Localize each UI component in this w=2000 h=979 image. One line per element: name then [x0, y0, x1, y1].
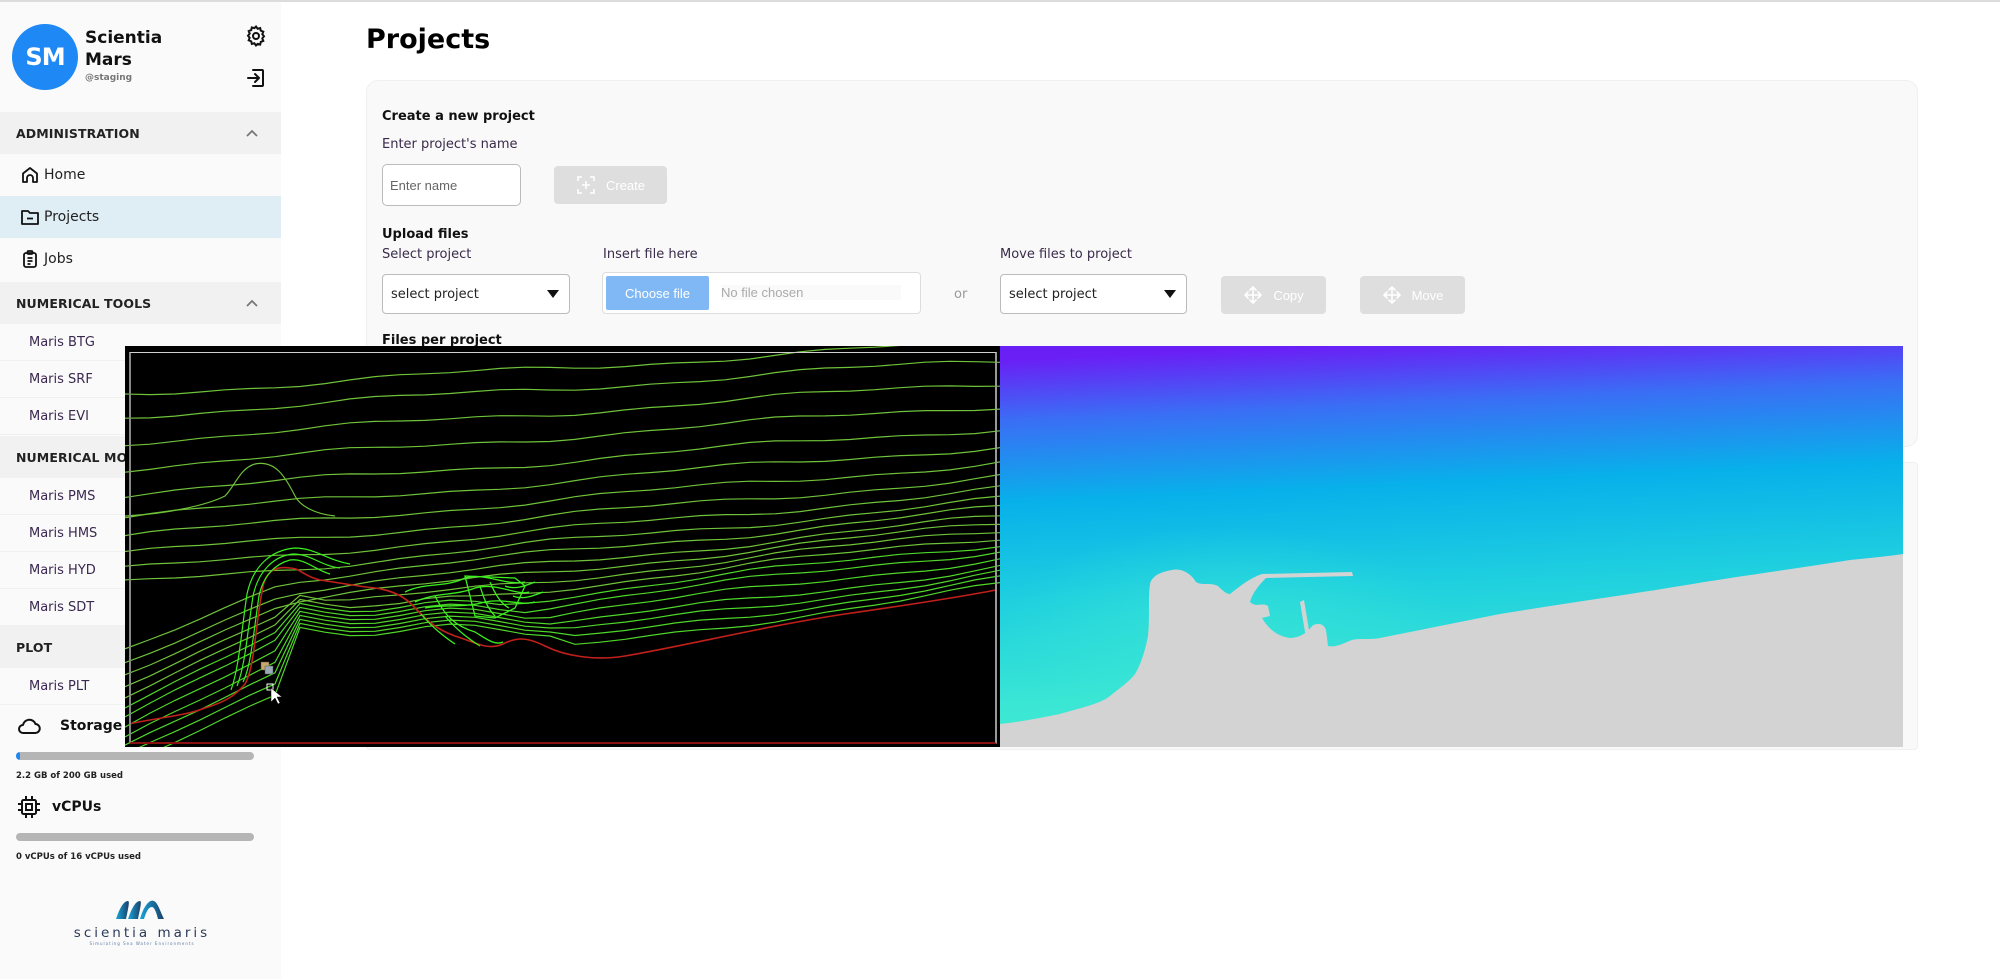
- upload-files-heading: Upload files: [382, 227, 469, 242]
- sidebar-item-jobs[interactable]: Jobs: [0, 238, 281, 280]
- sidebar-item-label: Maris SDT: [29, 599, 95, 615]
- sidebar-item-label: Maris HYD: [29, 562, 96, 578]
- sidebar-item-label: Maris HMS: [29, 525, 98, 541]
- sidebar-item-label: Home: [44, 167, 86, 183]
- insert-file-label: Insert file here: [603, 247, 698, 262]
- sidebar-item-projects[interactable]: Projects: [0, 196, 281, 238]
- vcpus-progress-bar: [16, 833, 254, 841]
- depth-colormap: [1000, 346, 1903, 747]
- storage-progress-bar: [16, 752, 254, 760]
- scientia-maris-logo: scientia maris Simulating Sea Water Envi…: [72, 897, 212, 947]
- or-separator: or: [954, 287, 968, 302]
- sidebar-item-label: Jobs: [44, 251, 73, 267]
- sidebar-item-home[interactable]: Home: [0, 154, 281, 196]
- project-name-label: Enter project's name: [382, 137, 518, 152]
- sidebar-item-label: Projects: [44, 209, 100, 225]
- logout-icon[interactable]: [244, 66, 268, 90]
- section-title: NUMERICAL TOOLS: [16, 295, 152, 311]
- move-button-label: Move: [1411, 287, 1444, 303]
- copy-button[interactable]: Copy: [1221, 276, 1326, 314]
- clipboard-icon: [23, 250, 37, 268]
- avatar[interactable]: SM: [12, 24, 78, 90]
- cloud-icon: [18, 718, 41, 734]
- caret-down-icon: [547, 290, 559, 298]
- select-value: select project: [1009, 286, 1097, 302]
- storage-row: Storage: [16, 713, 122, 739]
- sidebar-item-label: Maris SRF: [29, 371, 93, 387]
- caret-down-icon: [1164, 290, 1176, 298]
- waves-logo-icon: [116, 900, 164, 919]
- create-button[interactable]: Create: [554, 166, 667, 204]
- copy-button-label: Copy: [1273, 287, 1304, 303]
- move-project-select[interactable]: select project: [1000, 274, 1187, 314]
- gear-icon[interactable]: [244, 24, 268, 48]
- section-title: PLOT: [16, 639, 53, 655]
- move-arrows-icon: [1382, 286, 1401, 304]
- sidebar-item-label: Maris PLT: [29, 678, 90, 694]
- project-name-input[interactable]: [382, 164, 521, 206]
- bathymetry-overlay: [124, 340, 1903, 765]
- logo-wordmark: scientia maris: [73, 925, 211, 941]
- select-value: select project: [391, 286, 479, 302]
- section-administration[interactable]: ADMINISTRATION: [0, 112, 281, 154]
- section-title: ADMINISTRATION: [16, 125, 140, 141]
- file-input[interactable]: Choose file No file chosen: [602, 272, 921, 314]
- storage-label: Storage: [60, 718, 123, 734]
- top-border: [0, 0, 2000, 2]
- choose-file-button[interactable]: Choose file: [606, 276, 709, 310]
- logo-tagline: Simulating Sea Water Environments: [89, 941, 195, 946]
- user-profile: SM Scientia Mars @staging: [0, 2, 281, 110]
- sidebar-item-label: Maris PMS: [29, 488, 96, 504]
- add-frame-icon: [577, 176, 595, 194]
- chevron-up-icon[interactable]: [245, 296, 259, 310]
- user-name: Scientia Mars: [85, 28, 163, 70]
- move-arrows-icon: [1244, 286, 1263, 304]
- create-button-label: Create: [605, 177, 646, 193]
- vcpus-row: vCPUs: [16, 794, 101, 820]
- move-files-label: Move files to project: [1000, 247, 1132, 262]
- cad-viewport-frame: [129, 352, 997, 744]
- sidebar-item-label: Maris EVI: [29, 408, 89, 424]
- create-project-heading: Create a new project: [382, 109, 535, 124]
- user-handle: @staging: [85, 73, 133, 83]
- storage-progress-fill: [16, 752, 20, 760]
- section-numerical-tools[interactable]: NUMERICAL TOOLS: [0, 282, 281, 324]
- contour-cad-view[interactable]: [124, 340, 1001, 765]
- upload-project-select[interactable]: select project: [382, 274, 570, 314]
- storage-usage-text: 2.2 GB of 200 GB used: [16, 771, 124, 781]
- folder-icon: [21, 210, 39, 225]
- vcpus-usage-text: 0 vCPUs of 16 vCPUs used: [16, 852, 141, 862]
- sidebar-item-label: Maris BTG: [29, 334, 95, 350]
- cpu-icon: [18, 796, 40, 818]
- file-status: No file chosen: [721, 285, 901, 300]
- move-button[interactable]: Move: [1360, 276, 1465, 314]
- depth-colormap-view[interactable]: [1000, 346, 1903, 747]
- chevron-up-icon[interactable]: [245, 126, 259, 140]
- select-project-label: Select project: [382, 247, 472, 262]
- page-title: Projects: [366, 24, 491, 55]
- home-icon: [22, 167, 38, 183]
- vcpus-label: vCPUs: [52, 799, 102, 815]
